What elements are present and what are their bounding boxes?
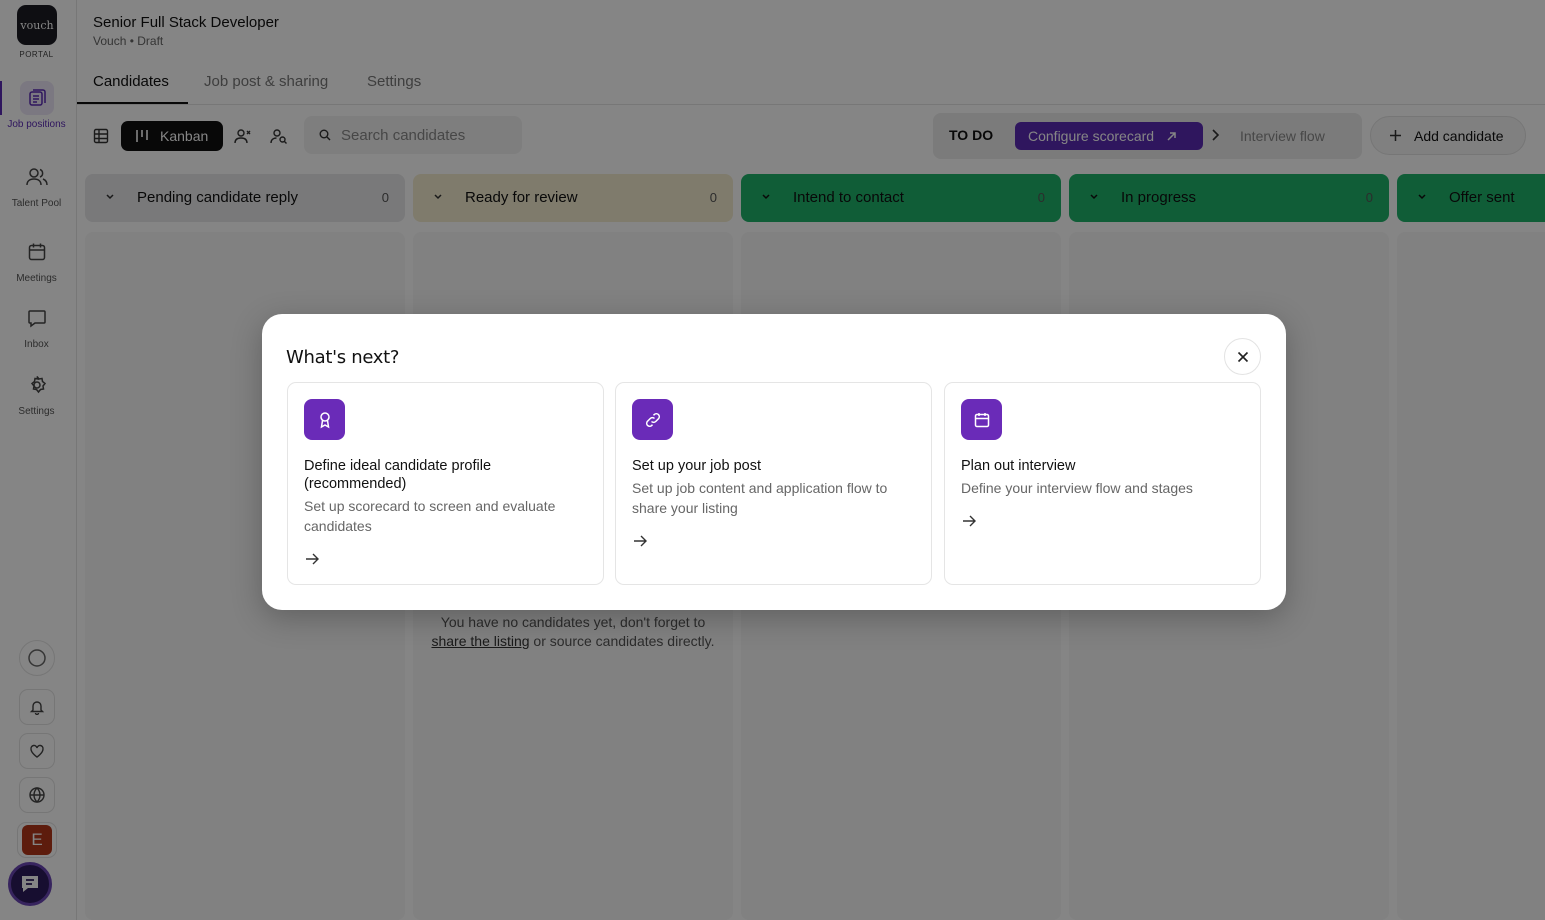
close-button[interactable] — [1224, 338, 1261, 375]
card-description: Set up job content and application flow … — [632, 480, 888, 516]
link-icon — [632, 399, 673, 440]
card-title: Plan out interview — [961, 458, 1076, 474]
card-description: Define your interview flow and stages — [961, 480, 1193, 496]
close-icon — [1237, 351, 1248, 362]
card-title: Set up your job post — [632, 458, 761, 474]
arrow-right-icon — [634, 535, 647, 547]
whats-next-modal: What's next? Define ideal candidate prof… — [262, 314, 1286, 610]
card-plan-out-interview[interactable]: Plan out interview Define your interview… — [944, 382, 1261, 585]
card-set-up-job-post[interactable]: Set up your job post Set up job content … — [615, 382, 932, 585]
arrow-right-icon — [963, 515, 976, 527]
card-description: Set up scorecard to screen and evaluate … — [304, 498, 556, 534]
card-title: Define ideal candidate profile (recommen… — [304, 458, 492, 492]
card-define-candidate-profile[interactable]: Define ideal candidate profile (recommen… — [287, 382, 604, 585]
arrow-right-icon — [306, 553, 319, 565]
calendar-icon — [961, 399, 1002, 440]
award-icon — [304, 399, 345, 440]
modal-title: What's next? — [286, 347, 400, 368]
